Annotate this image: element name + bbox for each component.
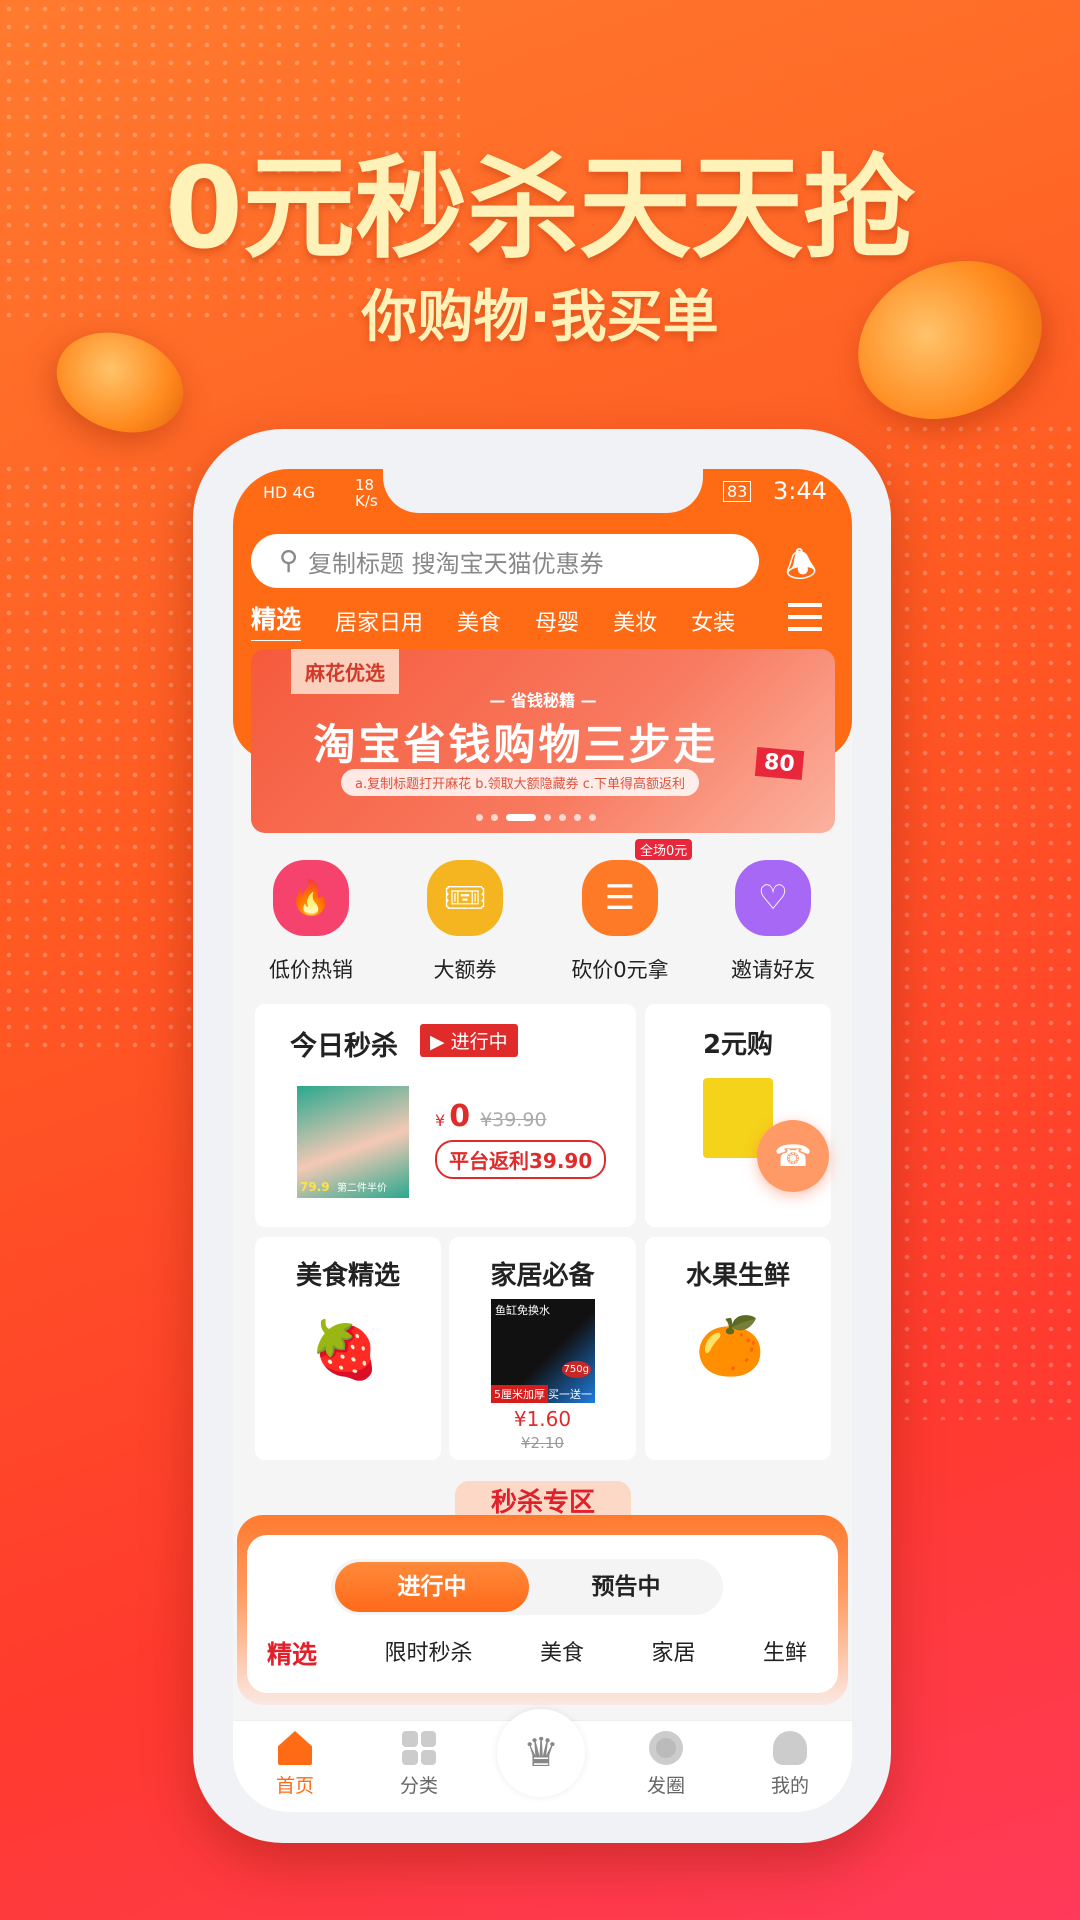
- tab-featured[interactable]: 精选: [251, 601, 302, 641]
- strawberry-image: 🍓: [310, 1318, 380, 1383]
- two-yuan-card[interactable]: 2元购: [645, 1004, 831, 1227]
- zone-tab-limited[interactable]: 限时秒杀: [384, 1635, 472, 1671]
- quick-label: 邀请好友: [731, 958, 815, 982]
- category-card-food[interactable]: 美食精选 🍓: [255, 1237, 441, 1460]
- coins-icon: ☰: [582, 860, 658, 936]
- bottom-nav: 首页 分类 ♛ 发圈 我的: [233, 1709, 852, 1812]
- flash-price: ¥0 ¥39.90: [435, 1099, 547, 1134]
- zone-tabs: 精选 限时秒杀 美食 家居 生鲜: [267, 1635, 827, 1671]
- flame-icon: 🔥: [273, 860, 349, 936]
- profile-icon: [773, 1731, 807, 1765]
- card-title: 水果生鲜: [685, 1261, 790, 1291]
- quick-label: 砍价0元拿: [571, 958, 669, 982]
- toggle-ongoing[interactable]: 进行中: [335, 1562, 529, 1612]
- dot-pattern: [0, 460, 200, 1060]
- tab-baby[interactable]: 母婴: [535, 605, 579, 637]
- promo-banner[interactable]: 麻花优选 — 省钱秘籍 — 淘宝省钱购物三步走 a.复制标题打开麻花 b.领取大…: [251, 649, 835, 833]
- zone-tab-fresh[interactable]: 生鲜: [763, 1635, 807, 1671]
- status-badge: ▶ 进行中: [420, 1024, 518, 1057]
- card-original-price: ¥2.10: [521, 1434, 564, 1452]
- search-input[interactable]: ⚲ 复制标题 搜淘宝天猫优惠券: [251, 534, 759, 588]
- tab-food[interactable]: 美食: [457, 605, 501, 637]
- tab-women[interactable]: 女装: [691, 605, 735, 637]
- nav-moments[interactable]: 发圈: [621, 1731, 711, 1798]
- clock: 3:44: [773, 477, 827, 505]
- nav-profile[interactable]: 我的: [745, 1731, 835, 1798]
- bell-icon[interactable]: 🕭: [785, 539, 817, 600]
- search-placeholder: 复制标题 搜淘宝天猫优惠券: [308, 549, 604, 578]
- ticket-icon: 🎟: [427, 860, 503, 936]
- nav-category[interactable]: 分类: [374, 1731, 464, 1798]
- zone-tab-food[interactable]: 美食: [540, 1635, 584, 1671]
- card-title: 美食精选: [295, 1261, 400, 1291]
- banner-kicker: — 省钱秘籍 —: [489, 691, 597, 710]
- customer-service-headset-icon[interactable]: ☎: [757, 1120, 829, 1192]
- rebate-badge: 平台返利39.90: [435, 1140, 607, 1179]
- search-icon: ⚲: [279, 546, 299, 576]
- product-image: 鱼缸免换水 750g 5厘米加厚 买一送一: [491, 1299, 595, 1403]
- banner-steps: a.复制标题打开麻花 b.领取大额隐藏券 c.下单得高额返利: [341, 769, 700, 796]
- quick-label: 大额券: [433, 958, 497, 982]
- coupon-badge: 80: [754, 747, 804, 780]
- quick-label: 低价热销: [269, 958, 353, 982]
- card-title: 家居必备: [490, 1261, 595, 1291]
- zone-tab-featured[interactable]: 精选: [267, 1635, 317, 1671]
- category-tabs: 精选 居家日用 美食 母婴 美妆 女装: [251, 601, 791, 641]
- category-card-fresh[interactable]: 水果生鲜 🍊: [645, 1237, 831, 1460]
- flash-title: 今日秒杀: [290, 1031, 398, 1062]
- network-speed: 18 K/s: [355, 476, 378, 510]
- status-toggle: 进行中 预告中: [331, 1559, 723, 1615]
- app-screen: HD 4G 18 K/s 83 3:44 ⚲ 复制标题 搜淘宝天猫优惠券 🕭 精…: [233, 469, 852, 1812]
- battery: 83: [723, 481, 752, 502]
- card-price: ¥1.60: [513, 1407, 572, 1431]
- category-card-home[interactable]: 家居必备 鱼缸免换水 750g 5厘米加厚 买一送一 ¥1.60 ¥2.10: [449, 1237, 636, 1460]
- notch: [383, 469, 703, 513]
- carousel-dots[interactable]: [476, 814, 596, 821]
- hero-title: 0元秒杀天天抢: [165, 144, 915, 274]
- quick-bargain[interactable]: ☰ 砍价0元拿: [550, 860, 690, 984]
- toggle-upcoming[interactable]: 预告中: [531, 1562, 721, 1612]
- banner-title: 淘宝省钱购物三步走: [313, 720, 719, 769]
- flash-sale-card[interactable]: 今日秒杀 ▶ 进行中 79.9 第二件半价 ¥0 ¥39.90 平台返利39.90: [255, 1004, 636, 1227]
- seafood-fruit-image: 🍊: [695, 1314, 765, 1379]
- home-icon: [278, 1731, 312, 1765]
- two-yuan-title: 2元购: [702, 1030, 774, 1060]
- nav-home[interactable]: 首页: [250, 1731, 340, 1798]
- status-left: HD 4G: [263, 483, 316, 502]
- play-icon: ▶: [430, 1031, 451, 1053]
- flash-zone-panel: 进行中 预告中 精选 限时秒杀 美食 家居 生鲜: [247, 1535, 838, 1693]
- share-circle-icon: [649, 1731, 683, 1765]
- dot-pattern: [880, 420, 1080, 1420]
- free-badge: 全场0元: [635, 839, 693, 860]
- tab-beauty[interactable]: 美妆: [613, 605, 657, 637]
- zone-tab-home[interactable]: 家居: [651, 1635, 695, 1671]
- crown-icon[interactable]: ♛: [497, 1709, 585, 1797]
- product-image: 79.9 第二件半价: [297, 1086, 409, 1198]
- invite-friend-icon: ♡: [735, 860, 811, 936]
- quick-hot-sale[interactable]: 🔥 低价热销: [241, 860, 381, 984]
- quick-invite[interactable]: ♡ 邀请好友: [703, 860, 843, 984]
- menu-icon[interactable]: [788, 603, 822, 631]
- category-icon: [402, 1731, 436, 1765]
- tab-home[interactable]: 居家日用: [335, 605, 423, 637]
- quick-coupon[interactable]: 🎟 大额券: [395, 860, 535, 984]
